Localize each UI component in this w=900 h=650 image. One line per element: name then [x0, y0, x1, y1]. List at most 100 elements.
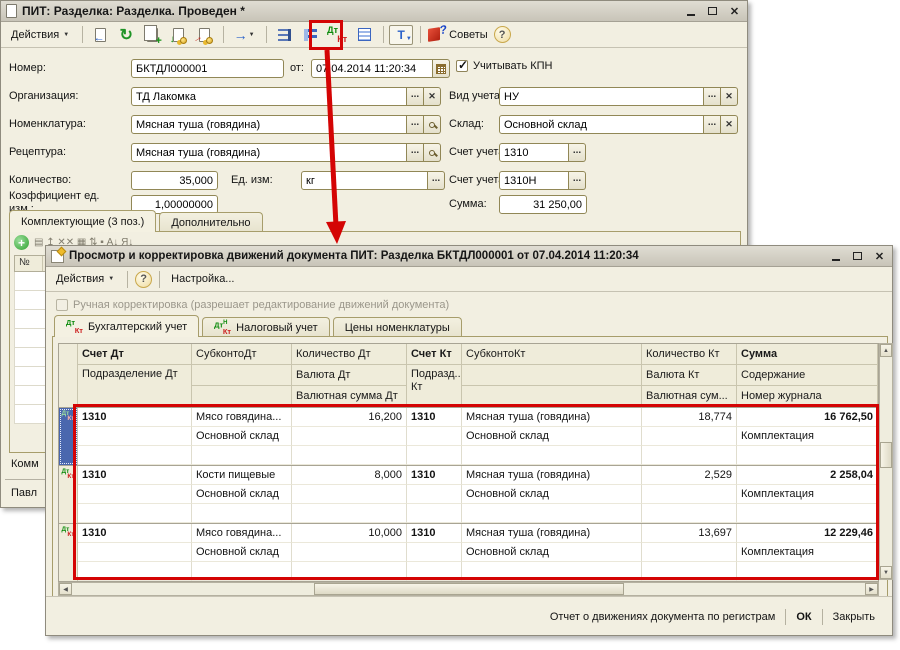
- tab-prices[interactable]: Цены номенклатуры: [333, 317, 462, 337]
- save-and-return-icon[interactable]: ←: [88, 25, 112, 45]
- tab-accounting[interactable]: ДтКт Бухгалтерский учет: [54, 315, 199, 337]
- nu-kind-field[interactable]: НУ: [499, 87, 738, 106]
- vertical-scrollbar[interactable]: ▲ ▼: [879, 343, 893, 580]
- account-nu-field[interactable]: 1310Н: [499, 171, 586, 190]
- minimize-button[interactable]: [683, 5, 698, 18]
- horizontal-scrollbar[interactable]: ◀ ▶: [58, 582, 879, 596]
- recipe-field[interactable]: Мясная туша (говядина): [131, 143, 441, 162]
- tips-button[interactable]: Советы: [426, 25, 489, 45]
- select-button[interactable]: [569, 143, 586, 162]
- number-field[interactable]: БКТДЛ000001: [131, 59, 284, 78]
- warehouse-value[interactable]: Основной склад: [499, 115, 704, 134]
- select-button[interactable]: [407, 115, 424, 134]
- date-value[interactable]: 07.04.2014 11:20:34: [311, 59, 433, 78]
- scroll-down-icon[interactable]: ▼: [880, 566, 892, 579]
- date-label: от:: [290, 62, 304, 75]
- manual-correction-checkbox[interactable]: [56, 299, 68, 311]
- quantity-field[interactable]: 35,000: [131, 171, 218, 190]
- col-content[interactable]: Содержание: [737, 365, 878, 386]
- kpn-checkbox[interactable]: [456, 60, 468, 72]
- col-sum[interactable]: Сумма: [737, 344, 878, 365]
- col-currency-dt[interactable]: Валюта Дт: [292, 365, 407, 386]
- number-value[interactable]: БКТДЛ000001: [131, 59, 284, 78]
- tab-components[interactable]: Комплектующие (3 поз.): [9, 210, 156, 232]
- clear-button[interactable]: [721, 115, 738, 134]
- tab-tax[interactable]: ДтНКт Налоговый учет: [202, 317, 330, 337]
- help-icon[interactable]: [494, 26, 511, 43]
- scroll-up-icon[interactable]: ▲: [880, 344, 892, 357]
- movements-list-icon[interactable]: [352, 25, 376, 45]
- actions-menu-button[interactable]: Действия: [50, 271, 120, 287]
- tips-book-icon: [428, 27, 440, 42]
- select-button[interactable]: [704, 115, 721, 134]
- quantity-value[interactable]: 35,000: [131, 171, 218, 190]
- settings-button[interactable]: Настройка...: [165, 271, 240, 287]
- close-button[interactable]: Закрыть: [826, 608, 882, 626]
- warehouse-field[interactable]: Основной склад: [499, 115, 738, 134]
- button-separator: [822, 609, 823, 625]
- sum-value[interactable]: 31 250,00: [499, 195, 587, 214]
- close-button[interactable]: [727, 5, 742, 18]
- search-button[interactable]: [424, 115, 441, 134]
- scroll-right-icon[interactable]: ▶: [865, 583, 878, 595]
- maximize-button[interactable]: [705, 5, 720, 18]
- clear-button[interactable]: [424, 87, 441, 106]
- help-icon[interactable]: [135, 271, 152, 288]
- select-button[interactable]: [407, 143, 424, 162]
- unpost-document-icon[interactable]: ↓: [192, 25, 216, 45]
- settings-label: Настройка...: [171, 273, 234, 285]
- post-document-icon[interactable]: ↓: [166, 25, 190, 45]
- actions-menu-button[interactable]: Действия: [5, 27, 75, 43]
- organization-field[interactable]: ТД Лакомка: [131, 87, 441, 106]
- recipe-value[interactable]: Мясная туша (говядина): [131, 143, 407, 162]
- report-movements-button[interactable]: Отчет о движениях документа по регистрам: [543, 608, 783, 626]
- minimize-button[interactable]: [828, 250, 843, 263]
- organization-value[interactable]: ТД Лакомка: [131, 87, 407, 106]
- add-row-icon[interactable]: [14, 235, 29, 250]
- manual-correction-row: Ручная корректировка (разрешает редактир…: [56, 299, 449, 311]
- account-bu-field[interactable]: 1310: [499, 143, 586, 162]
- col-account-dt[interactable]: Счет Дт: [78, 344, 192, 365]
- col-qty-dt[interactable]: Количество Дт: [292, 344, 407, 365]
- nomenclature-value[interactable]: Мясная туша (говядина): [131, 115, 407, 134]
- account-nu-value[interactable]: 1310Н: [499, 171, 569, 190]
- unit-value[interactable]: кг: [301, 171, 428, 190]
- col-subconto-dt[interactable]: СубконтоДт: [192, 344, 292, 365]
- tab-tax-label: Налоговый учет: [236, 322, 318, 334]
- copy-document-icon[interactable]: +: [140, 25, 164, 45]
- search-button[interactable]: [424, 143, 441, 162]
- select-button[interactable]: [704, 87, 721, 106]
- nu-kind-value[interactable]: НУ: [499, 87, 704, 106]
- close-button[interactable]: [872, 250, 887, 263]
- col-qty-kt[interactable]: Количество Кт: [642, 344, 737, 365]
- col-account-kt[interactable]: Счет Кт: [407, 344, 462, 365]
- movements-footer: Отчет о движениях документа по регистрам…: [46, 596, 892, 636]
- ok-button[interactable]: ОК: [789, 608, 818, 626]
- unit-field[interactable]: кг: [301, 171, 445, 190]
- col-subconto-kt[interactable]: СубконтоКт: [462, 344, 642, 365]
- scroll-left-icon[interactable]: ◀: [59, 583, 72, 595]
- tab-additional[interactable]: Дополнительно: [159, 212, 262, 232]
- select-button[interactable]: [407, 87, 424, 106]
- calendar-button[interactable]: [433, 59, 450, 78]
- clear-button[interactable]: [721, 87, 738, 106]
- scrollbar-thumb[interactable]: [314, 583, 624, 595]
- select-button[interactable]: [428, 171, 445, 190]
- goto-menu-button[interactable]: →▼: [229, 25, 259, 45]
- select-button[interactable]: [569, 171, 586, 190]
- movements-window-titlebar[interactable]: Просмотр и корректировка движений докуме…: [46, 246, 892, 267]
- maximize-button[interactable]: [850, 250, 865, 263]
- document-window-titlebar[interactable]: ПИТ: Разделка: Разделка. Проведен *: [1, 1, 747, 22]
- col-dept-kt[interactable]: Подразд... Кт: [407, 365, 462, 407]
- quantity-label: Количество:: [9, 174, 71, 187]
- repost-refresh-icon[interactable]: ↻: [114, 25, 138, 45]
- date-field[interactable]: 07.04.2014 11:20:34: [311, 59, 450, 78]
- col-dept-dt[interactable]: Подразделение Дт: [78, 365, 192, 407]
- nomenclature-field[interactable]: Мясная туша (говядина): [131, 115, 441, 134]
- row-settings-icon[interactable]: [272, 25, 296, 45]
- account-bu-value[interactable]: 1310: [499, 143, 569, 162]
- filter-sort-button[interactable]: Т: [389, 25, 413, 45]
- sum-field[interactable]: 31 250,00: [499, 195, 587, 214]
- scrollbar-thumb[interactable]: [880, 442, 892, 468]
- col-currency-kt[interactable]: Валюта Кт: [642, 365, 737, 386]
